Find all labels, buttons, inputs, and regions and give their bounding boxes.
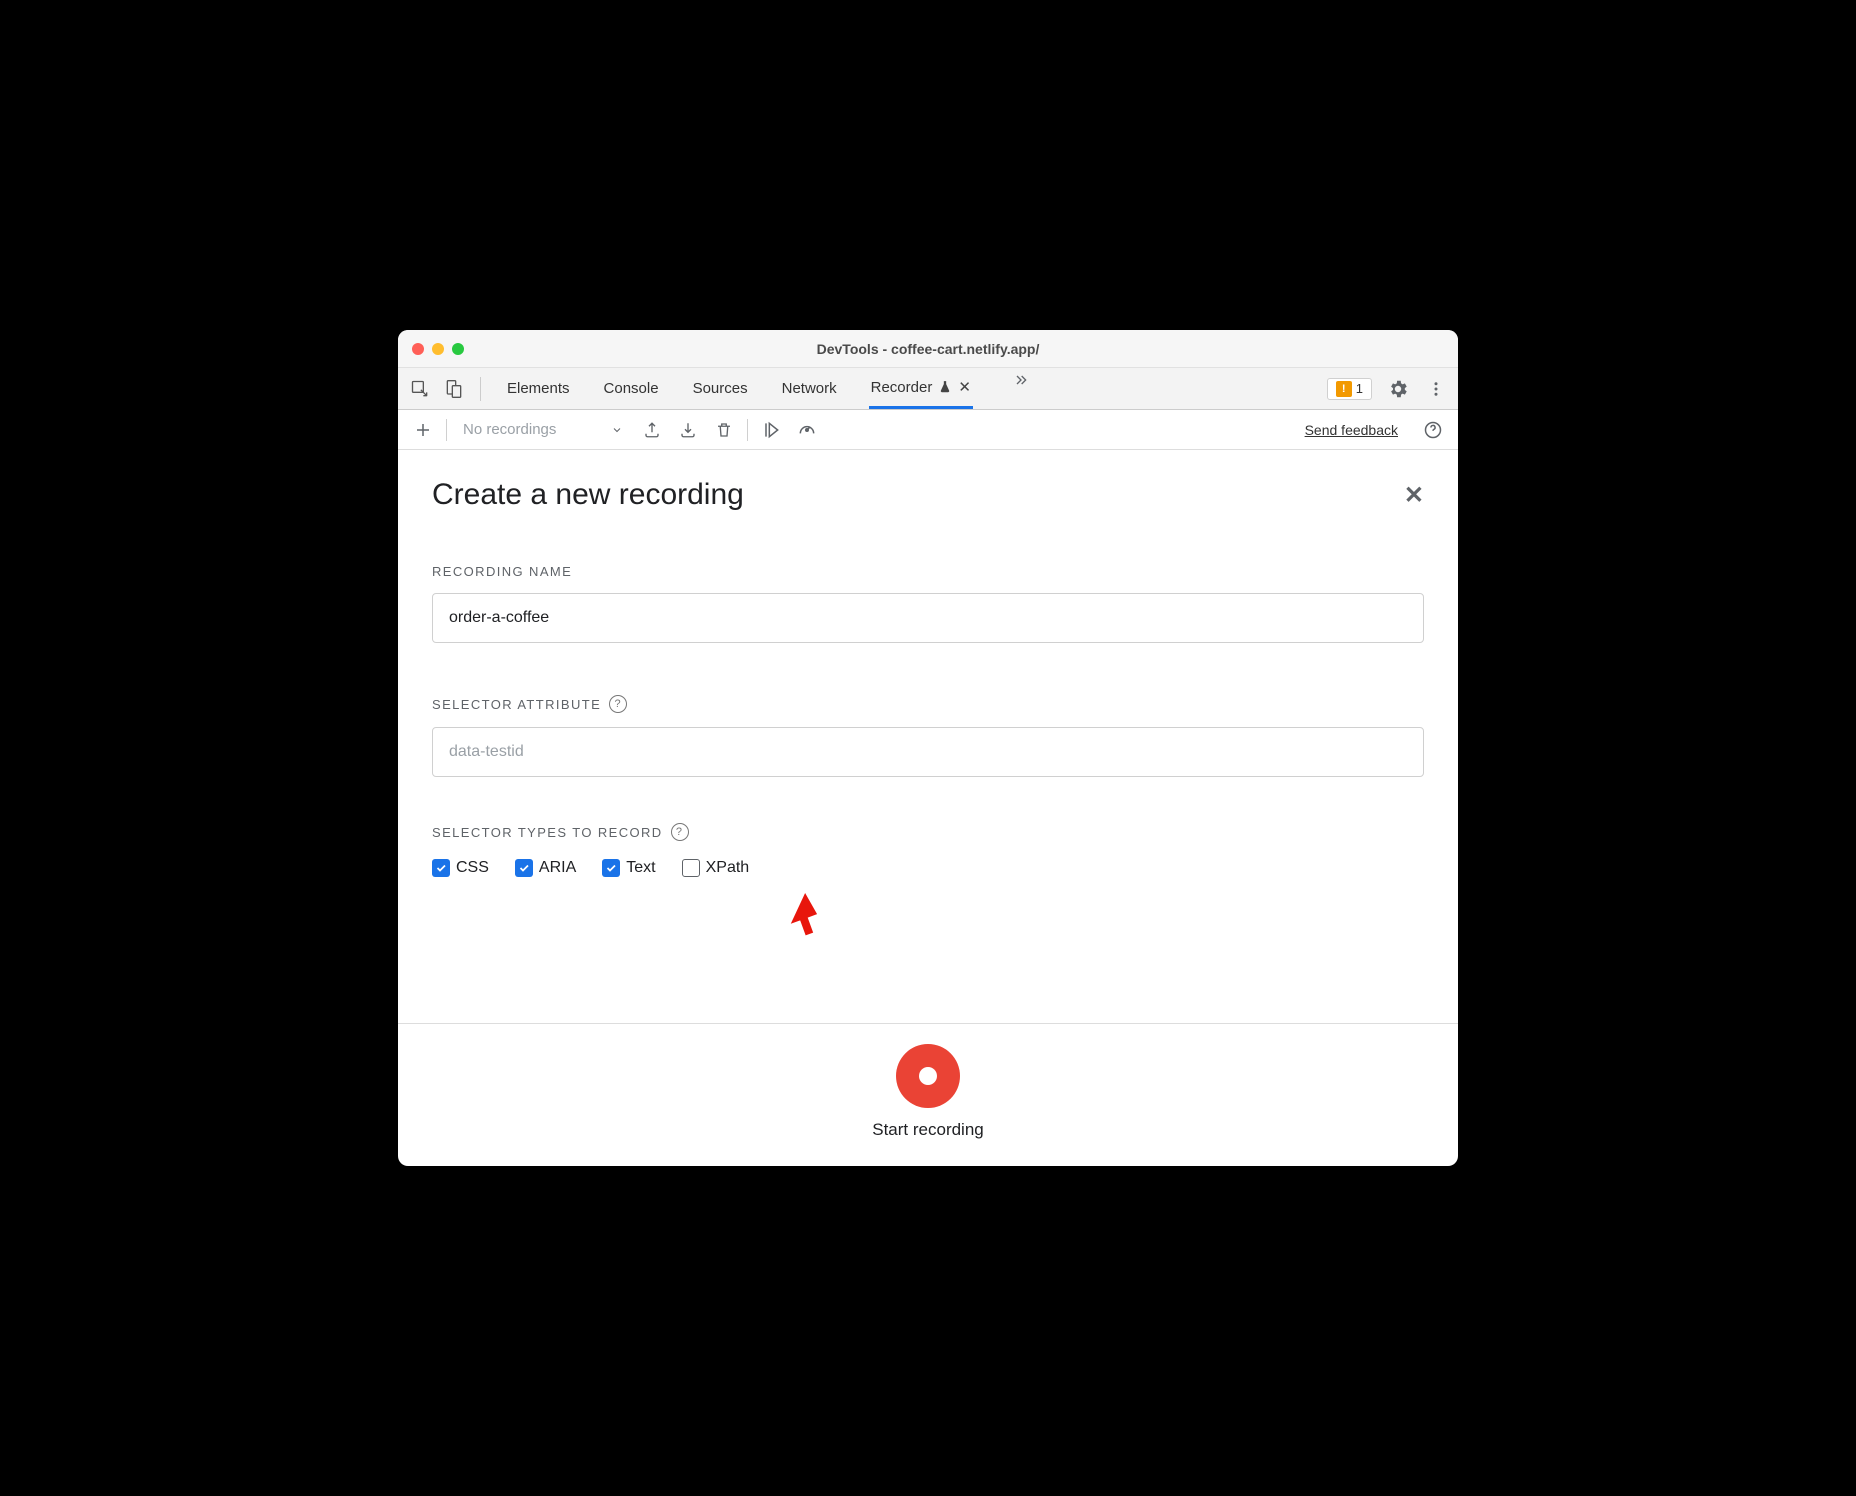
export-icon[interactable] <box>639 417 665 443</box>
chevron-down-icon <box>611 424 623 436</box>
tab-console[interactable]: Console <box>602 368 661 409</box>
device-toolbar-icon[interactable] <box>442 377 466 401</box>
selector-type-text[interactable]: Text <box>602 859 655 877</box>
recording-name-label: RECORDING NAME <box>432 564 1424 579</box>
replay-icon[interactable] <box>758 417 784 443</box>
devtools-window: DevTools - coffee-cart.netlify.app/ Elem… <box>398 330 1458 1166</box>
inspect-element-icon[interactable] <box>408 377 432 401</box>
performance-icon[interactable] <box>794 417 820 443</box>
annotation-arrow-icon <box>768 882 832 946</box>
selector-attribute-input[interactable] <box>432 727 1424 777</box>
recorder-footer: Start recording <box>398 1023 1458 1166</box>
selector-type-css[interactable]: CSS <box>432 859 489 877</box>
recorder-form: Create a new recording ✕ RECORDING NAME … <box>398 450 1458 1023</box>
kebab-menu-icon[interactable] <box>1424 377 1448 401</box>
selector-types-help-icon[interactable]: ? <box>671 823 689 841</box>
window-title: DevTools - coffee-cart.netlify.app/ <box>398 341 1458 357</box>
tab-recorder[interactable]: Recorder ✕ <box>869 368 973 409</box>
devtools-tabbar: Elements Console Sources Network Recorde… <box>398 368 1458 410</box>
experiment-icon <box>938 380 952 394</box>
selector-type-xpath[interactable]: XPath <box>682 859 750 877</box>
send-feedback-link[interactable]: Send feedback <box>1305 422 1398 438</box>
help-icon[interactable] <box>1420 417 1446 443</box>
tab-sources[interactable]: Sources <box>691 368 750 409</box>
warning-icon: ! <box>1336 381 1352 397</box>
add-recording-icon[interactable] <box>410 417 436 443</box>
settings-icon[interactable] <box>1386 377 1410 401</box>
tab-elements[interactable]: Elements <box>505 368 572 409</box>
recorder-toolbar: No recordings Send feedback <box>398 410 1458 450</box>
selector-attribute-label: SELECTOR ATTRIBUTE <box>432 697 601 712</box>
selector-attribute-help-icon[interactable]: ? <box>609 695 627 713</box>
recording-name-input[interactable] <box>432 593 1424 643</box>
import-icon[interactable] <box>675 417 701 443</box>
close-tab-icon[interactable]: ✕ <box>958 378 971 396</box>
selector-type-aria[interactable]: ARIA <box>515 859 576 877</box>
more-tabs-icon[interactable] <box>1009 368 1033 392</box>
close-panel-icon[interactable]: ✕ <box>1404 481 1424 510</box>
selector-types-label: SELECTOR TYPES TO RECORD <box>432 825 663 840</box>
tab-network[interactable]: Network <box>780 368 839 409</box>
titlebar: DevTools - coffee-cart.netlify.app/ <box>398 330 1458 368</box>
page-title: Create a new recording <box>432 478 744 512</box>
delete-icon[interactable] <box>711 417 737 443</box>
start-recording-button[interactable] <box>896 1044 960 1108</box>
recordings-dropdown[interactable]: No recordings <box>457 421 629 438</box>
start-recording-label: Start recording <box>872 1120 984 1140</box>
record-icon <box>919 1067 937 1085</box>
warnings-badge[interactable]: ! 1 <box>1327 378 1372 400</box>
